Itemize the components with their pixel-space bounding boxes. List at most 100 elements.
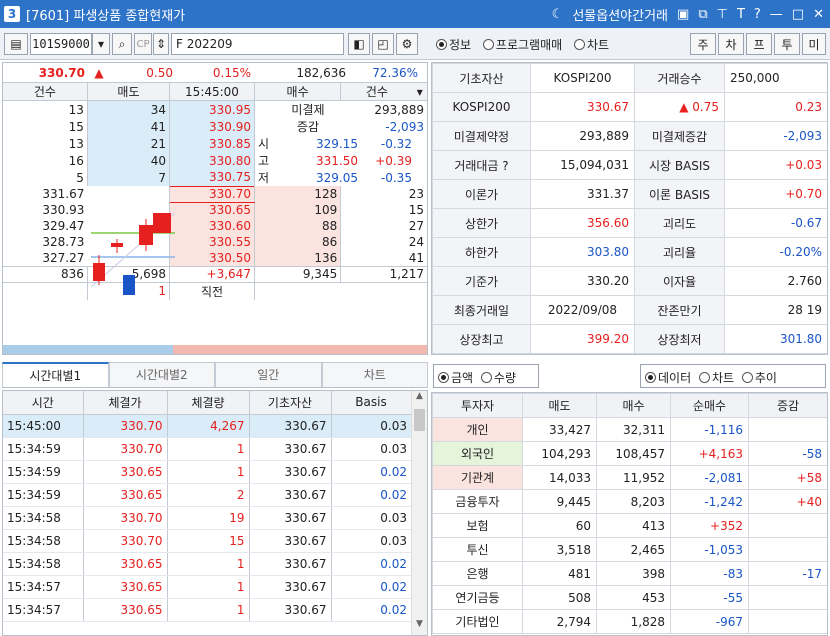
tick-tabs: 시간대별1 시간대별2 일간 차트 bbox=[2, 362, 428, 388]
ask-row: 5 7 330.75 저 329.05 -0.35 bbox=[3, 169, 427, 186]
bid-price[interactable]: 330.65 bbox=[169, 202, 255, 218]
investor-row[interactable]: 기관계 14,033 11,952 -2,081 +58 bbox=[432, 465, 827, 490]
mini-candle-chart bbox=[91, 212, 175, 295]
order-book-header: 건수 매도 15:45:00 매수 건수 ▾ bbox=[3, 83, 427, 101]
bid-qty[interactable]: 136 bbox=[254, 250, 342, 266]
window-number: 3 bbox=[4, 6, 20, 22]
call-put-icon[interactable]: CP bbox=[134, 33, 152, 55]
stock-button[interactable]: 주 bbox=[690, 33, 716, 55]
maximize-icon[interactable]: □ bbox=[792, 7, 804, 22]
tick-row[interactable]: 15:34:58 330.70 15 330.67 0.03 bbox=[3, 529, 411, 553]
investor-row[interactable]: 기타법인 2,794 1,828 -967 bbox=[432, 609, 827, 634]
investor-row[interactable]: 금융투자 9,445 8,203 -1,242 +40 bbox=[432, 489, 827, 514]
tick-row[interactable]: 15:34:57 330.65 1 330.67 0.02 bbox=[3, 575, 411, 599]
tick-row[interactable]: 15:34:59 330.65 1 330.67 0.02 bbox=[3, 460, 411, 484]
info-value: 303.80 bbox=[530, 237, 635, 267]
font-size-icon[interactable]: T bbox=[737, 7, 745, 22]
search-icon[interactable]: ⌕ bbox=[112, 33, 132, 55]
info-label: 상한가 bbox=[432, 208, 531, 238]
bid-price[interactable]: 330.70 bbox=[169, 185, 255, 203]
tick-row[interactable]: 15:34:57 330.65 1 330.67 0.02 bbox=[3, 598, 411, 622]
ask-price[interactable]: 330.75 bbox=[169, 169, 255, 186]
scroll-up-icon[interactable]: ▲ bbox=[412, 391, 427, 407]
moon-icon[interactable]: ☾ bbox=[552, 7, 564, 22]
investor-row[interactable]: 보험 60 413 +352 bbox=[432, 513, 827, 538]
window-copy-icon[interactable]: ⧉ bbox=[698, 7, 707, 22]
bid-qty[interactable]: 109 bbox=[254, 202, 342, 218]
code-input[interactable]: 101S9000 bbox=[30, 33, 92, 55]
radio-quantity-label: 수량 bbox=[493, 371, 517, 385]
investor-row[interactable]: 개인 33,427 32,311 -1,116 bbox=[432, 417, 827, 442]
tick-row[interactable]: 15:34:58 330.70 19 330.67 0.03 bbox=[3, 506, 411, 530]
program-button[interactable]: 프 bbox=[746, 33, 772, 55]
close-icon[interactable]: ✕ bbox=[813, 7, 824, 22]
pin-icon[interactable]: ⊤ bbox=[717, 7, 728, 22]
ask-qty[interactable]: 7 bbox=[87, 169, 171, 186]
investor-row[interactable]: 연기금등 508 453 -55 bbox=[432, 585, 827, 610]
tab-1[interactable]: 시간대별1 bbox=[2, 362, 109, 387]
radio-info[interactable]: 정보 bbox=[436, 38, 471, 52]
bid-qty[interactable]: 86 bbox=[254, 234, 342, 250]
bid-price[interactable]: 330.50 bbox=[169, 250, 255, 266]
stepper-icon[interactable]: ⇕ bbox=[153, 33, 169, 55]
chart-button[interactable]: 차 bbox=[718, 33, 744, 55]
info-label: 최종거래일 bbox=[432, 295, 531, 325]
ask-qty[interactable]: 34 bbox=[87, 100, 171, 118]
investor-cell: 14,033 bbox=[522, 465, 597, 490]
settings-icon[interactable]: ⚙ bbox=[396, 33, 418, 55]
window-view-icon[interactable]: ◰ bbox=[372, 33, 394, 55]
info-value: +0.70 bbox=[724, 179, 827, 209]
bid-price[interactable]: 330.55 bbox=[169, 234, 255, 250]
investor-cell bbox=[748, 417, 827, 442]
tab-4[interactable]: 차트 bbox=[321, 362, 428, 387]
ask-price[interactable]: 330.85 bbox=[169, 135, 255, 152]
header-dropdown-icon[interactable]: ▾ bbox=[412, 83, 427, 101]
tick-row[interactable]: 15:34:59 330.70 1 330.67 0.03 bbox=[3, 437, 411, 461]
tick-cell: 15:34:57 bbox=[3, 575, 84, 599]
ask-qty[interactable]: 40 bbox=[87, 152, 171, 169]
dropdown-icon[interactable]: ▾ bbox=[92, 33, 110, 55]
tick-row[interactable]: 15:34:58 330.65 1 330.67 0.02 bbox=[3, 552, 411, 576]
bid-price[interactable]: 330.60 bbox=[169, 218, 255, 234]
scroll-down-icon[interactable]: ▼ bbox=[412, 619, 427, 635]
bid-qty[interactable]: 88 bbox=[254, 218, 342, 234]
radio-chart[interactable]: 차트 bbox=[574, 38, 609, 52]
radio-amount[interactable]: 금액 bbox=[438, 371, 473, 385]
radio-quantity[interactable]: 수량 bbox=[480, 371, 517, 385]
info-row: 이론가 331.37 이론 BASIS +0.70 bbox=[432, 179, 827, 209]
night-trading-menu[interactable]: 선물옵션야간거래 bbox=[572, 5, 668, 24]
radio-chart-view[interactable]: 차트 bbox=[698, 371, 734, 385]
ask-qty[interactable]: 21 bbox=[87, 135, 171, 152]
radio-data[interactable]: 데이터 bbox=[645, 371, 691, 385]
scroll-thumb[interactable] bbox=[414, 409, 425, 431]
ask-count: 5 bbox=[3, 169, 88, 186]
radio-program[interactable]: 프로그램매매 bbox=[482, 38, 562, 52]
investor-row[interactable]: 투신 3,518 2,465 -1,053 bbox=[432, 537, 827, 562]
investor-row[interactable]: 은행 481 398 -83 -17 bbox=[432, 561, 827, 586]
tick-row[interactable]: 15:45:00 330.70 4,267 330.67 0.03 bbox=[3, 414, 411, 438]
ask-price[interactable]: 330.95 bbox=[169, 100, 255, 118]
investor-row[interactable]: 외국인 104,293 108,457 +4,163 -58 bbox=[432, 441, 827, 466]
ask-price[interactable]: 330.90 bbox=[169, 118, 255, 135]
tick-cell: 0.02 bbox=[331, 598, 411, 622]
open-interest-button[interactable]: 미 bbox=[802, 33, 826, 55]
tick-row[interactable]: 15:34:59 330.65 2 330.67 0.02 bbox=[3, 483, 411, 507]
tick-scrollbar[interactable]: ▲ ▼ bbox=[411, 391, 427, 635]
ask-qty[interactable]: 41 bbox=[87, 118, 171, 135]
layout-icon[interactable]: ▣ bbox=[677, 7, 689, 22]
tick-panel: 시간 체결가 체결량 기초자산 Basis 15:45:00 330.70 4,267 330… bbox=[2, 390, 428, 636]
ask-info-key: 저 bbox=[257, 171, 270, 185]
minimize-icon[interactable]: — bbox=[770, 7, 783, 22]
menu-icon[interactable]: ▤ bbox=[4, 33, 28, 55]
bid-qty[interactable]: 128 bbox=[254, 186, 342, 202]
radio-trend[interactable]: 추이 bbox=[741, 371, 777, 385]
tab-2[interactable]: 시간대별2 bbox=[108, 362, 215, 387]
tab-3[interactable]: 일간 bbox=[215, 362, 322, 387]
ask-price[interactable]: 330.80 bbox=[169, 152, 255, 169]
investor-button[interactable]: 투 bbox=[774, 33, 800, 55]
info-table: 기초자산 KOSPI200 거래승수 250,000 KOSPI200 330.67 ▲ 0… bbox=[432, 63, 827, 354]
change-rate: 0.15% bbox=[212, 65, 251, 80]
split-view-icon[interactable]: ◧ bbox=[348, 33, 370, 55]
help-icon[interactable]: ? bbox=[754, 7, 761, 22]
info-label: 하한가 bbox=[432, 237, 531, 267]
